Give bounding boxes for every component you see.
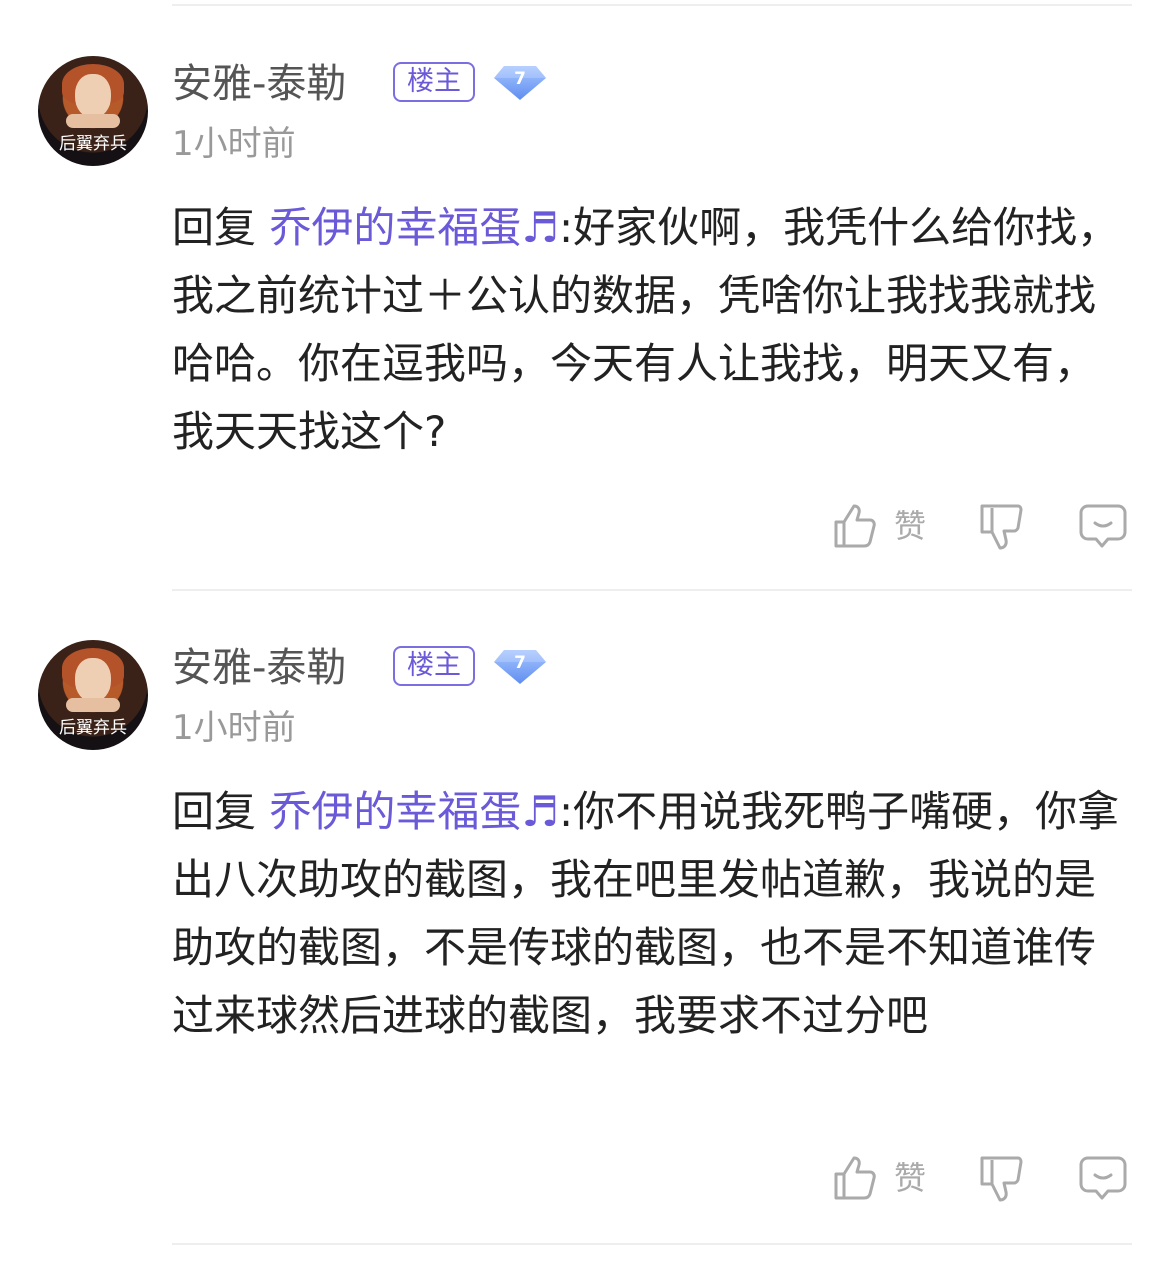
comment-actions: 赞 — [0, 496, 1170, 556]
timestamp: 1小时前 — [172, 708, 296, 748]
bottom-divider — [172, 1243, 1132, 1245]
comment-bubble-icon — [1079, 504, 1127, 548]
level-badge: 7 — [492, 62, 548, 102]
level-number: 7 — [514, 69, 526, 89]
timestamp: 1小时前 — [172, 124, 296, 164]
avatar-face — [75, 658, 111, 702]
avatar[interactable]: 后翼弃兵 — [38, 640, 148, 750]
comment-bubble-icon — [1079, 1156, 1127, 1200]
comment-body: 回复 乔伊的幸福蛋♬:好家伙啊，我凭什么给你找，我之前统计过＋公认的数据，凭啥你… — [172, 194, 1132, 466]
thumbs-up-icon — [834, 504, 876, 548]
avatar-face — [75, 74, 111, 118]
like-label: 赞 — [894, 1159, 927, 1197]
reply-button[interactable] — [1078, 1154, 1128, 1206]
avatar-poster-text: 后翼弃兵 — [59, 134, 127, 154]
dislike-button[interactable] — [976, 1154, 1024, 1208]
level-badge: 7 — [492, 646, 548, 686]
username[interactable]: 安雅-泰勒 — [172, 640, 346, 696]
comment-actions: 赞 — [0, 1148, 1170, 1208]
top-divider — [172, 4, 1132, 6]
level-number: 7 — [514, 653, 526, 673]
avatar-hands — [66, 114, 120, 128]
avatar-hands — [66, 698, 120, 712]
reply-button[interactable] — [1078, 502, 1128, 554]
reply-prefix: 回复 — [172, 203, 257, 252]
owner-badge: 楼主 — [393, 646, 475, 686]
thumbs-down-icon — [980, 504, 1023, 550]
reply-prefix: 回复 — [172, 787, 257, 836]
reply-target-link[interactable]: 乔伊的幸福蛋♬ — [269, 203, 559, 252]
thumbs-down-icon — [980, 1156, 1023, 1202]
dislike-button[interactable] — [976, 502, 1024, 556]
username[interactable]: 安雅-泰勒 — [172, 56, 346, 112]
thumbs-up-icon — [834, 1156, 876, 1200]
owner-badge: 楼主 — [393, 62, 475, 102]
comment-body: 回复 乔伊的幸福蛋♬:你不用说我死鸭子嘴硬，你拿出八次助攻的截图，我在吧里发帖道… — [172, 778, 1132, 1050]
avatar[interactable]: 后翼弃兵 — [38, 56, 148, 166]
reply-target-link[interactable]: 乔伊的幸福蛋♬ — [269, 787, 559, 836]
comment-divider — [172, 589, 1132, 591]
like-label: 赞 — [894, 507, 927, 545]
avatar-poster-text: 后翼弃兵 — [59, 718, 127, 738]
